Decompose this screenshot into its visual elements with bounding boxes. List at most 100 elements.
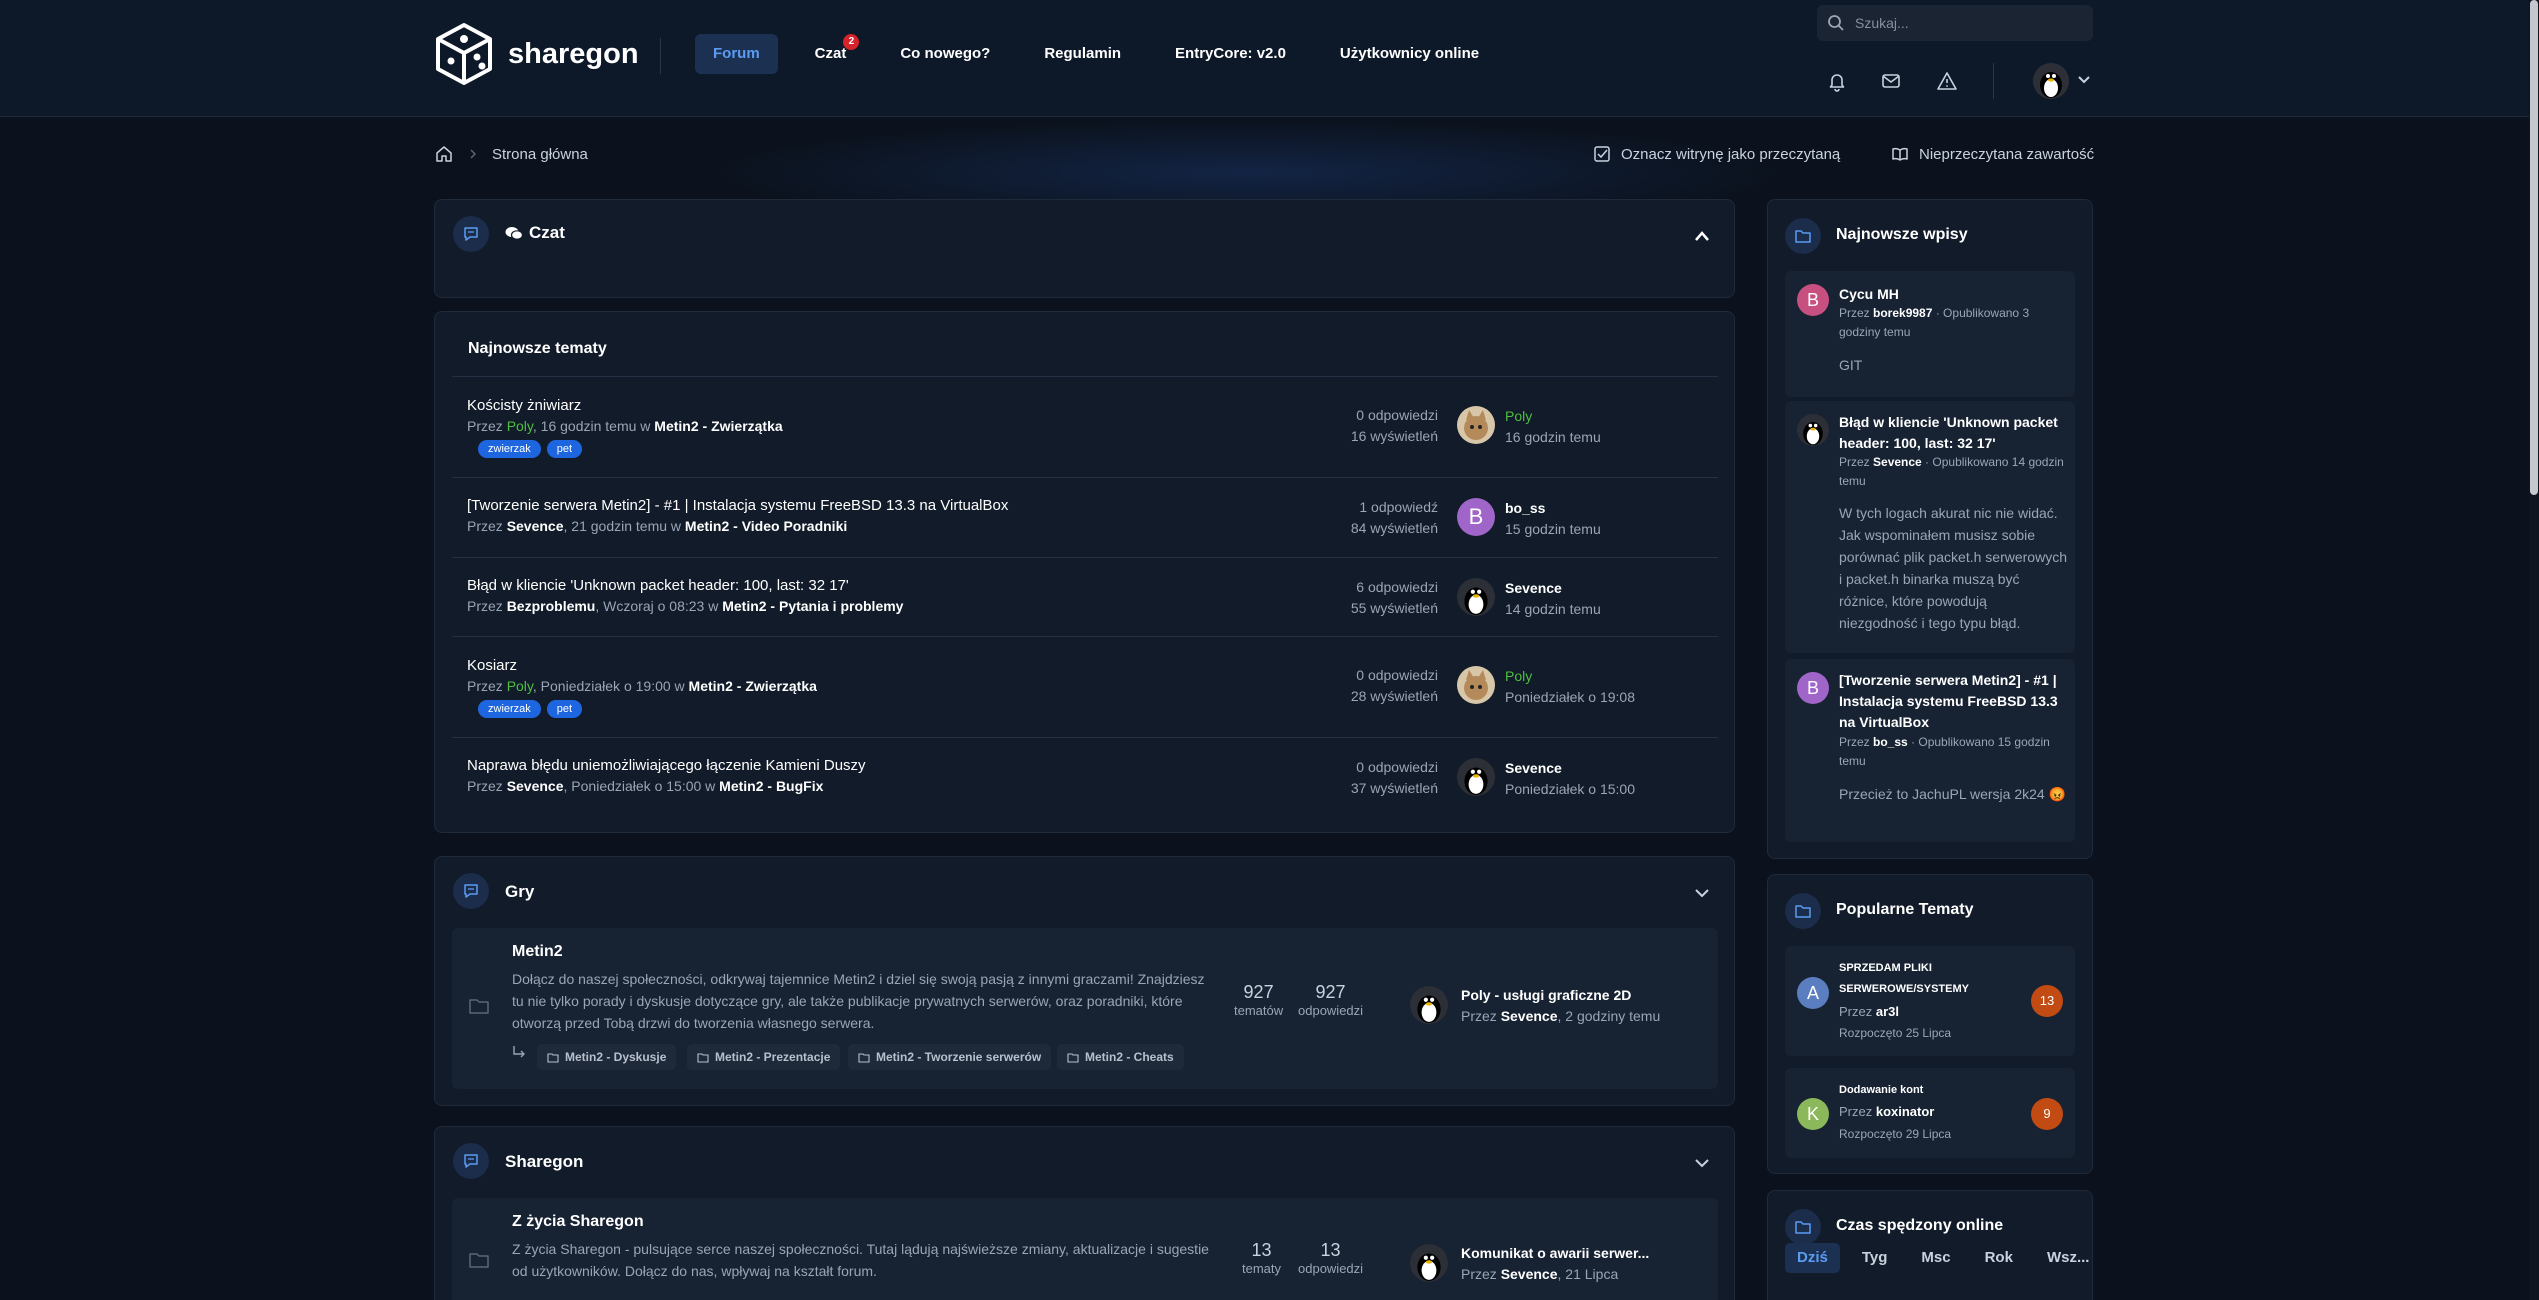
nav-rules[interactable]: Regulamin [1017, 34, 1148, 74]
forum-name[interactable]: Metin2 [512, 943, 563, 961]
topic-row[interactable]: Błąd w kliencie 'Unknown packet header: … [452, 558, 1718, 637]
popular-item[interactable]: K Dodawanie kont Przez koxinator Rozpocz… [1785, 1068, 2075, 1158]
chevron-down-icon[interactable] [2077, 73, 2091, 87]
popular-user[interactable]: ar3l [1876, 1004, 1899, 1019]
avatar[interactable] [1410, 1244, 1448, 1282]
tab-month[interactable]: Msc [1909, 1243, 1962, 1273]
tag[interactable]: pet [546, 440, 583, 458]
post-item[interactable]: Błąd w kliencie 'Unknown packet header: … [1785, 401, 2075, 653]
chevron-down-icon[interactable] [1694, 887, 1710, 899]
breadcrumb-current[interactable]: Strona główna [492, 146, 588, 163]
avatar[interactable] [1457, 578, 1495, 616]
topic-forum[interactable]: Metin2 - BugFix [719, 778, 823, 794]
topic-title[interactable]: Naprawa błędu uniemożliwiającego łączeni… [467, 757, 866, 774]
nav-forum[interactable]: Forum [695, 34, 778, 74]
nav-entrycore[interactable]: EntryCore: v2.0 [1148, 34, 1313, 74]
post-title[interactable]: Cycu MH [1839, 284, 2069, 305]
last-thread-title[interactable]: Komunikat o awarii serwer... [1461, 1245, 1649, 1261]
topic-author[interactable]: Poly [507, 418, 533, 434]
logo[interactable]: sharegon [434, 22, 639, 86]
post-user[interactable]: bo_ss [1873, 735, 1908, 749]
topic-author[interactable]: Bezproblemu [507, 598, 596, 614]
topic-row[interactable]: Kosiarz Przez Poly, Poniedziałek o 19:00… [452, 637, 1718, 738]
popular-title[interactable]: Dodawanie kont [1839, 1080, 2069, 1101]
subforum-link[interactable]: Metin2 - Prezentacje [687, 1044, 841, 1070]
avatar[interactable] [1457, 666, 1495, 704]
topic-author[interactable]: Sevence [507, 518, 564, 534]
folder-icon [1795, 905, 1811, 918]
popular-item[interactable]: A SPRZEDAM PLIKI SERWEROWE/SYSTEMY Przez… [1785, 946, 2075, 1056]
tag[interactable]: zwierzak [478, 700, 541, 718]
subforum-link[interactable]: Metin2 - Tworzenie serwerów [848, 1044, 1052, 1070]
subforum-link[interactable]: Metin2 - Cheats [1057, 1044, 1184, 1070]
topic-title[interactable]: Kosiarz [467, 657, 517, 674]
tab-year[interactable]: Rok [1973, 1243, 2025, 1273]
popular-user[interactable]: koxinator [1876, 1104, 1935, 1119]
last-thread-title[interactable]: Poly - usługi graficzne 2D [1461, 987, 1631, 1003]
gry-title[interactable]: Gry [505, 882, 534, 902]
chevron-down-icon[interactable] [1694, 1157, 1710, 1169]
tab-week[interactable]: Tyg [1850, 1243, 1900, 1273]
avatar[interactable]: A [1797, 977, 1829, 1009]
avatar[interactable] [1457, 406, 1495, 444]
post-title[interactable]: [Tworzenie serwera Metin2] - #1 | Instal… [1839, 670, 2069, 733]
chevron-up-icon[interactable] [1694, 230, 1710, 242]
topic-title[interactable]: [Tworzenie serwera Metin2] - #1 | Instal… [467, 497, 1008, 514]
forum-name[interactable]: Z życia Sharegon [512, 1213, 644, 1231]
topic-author[interactable]: Sevence [507, 778, 564, 794]
topic-forum[interactable]: Metin2 - Pytania i problemy [722, 598, 903, 614]
tab-today[interactable]: Dziś [1785, 1243, 1840, 1273]
user-avatar[interactable] [2033, 63, 2069, 99]
last-user[interactable]: Poly [1505, 406, 1601, 427]
forum-row-z-zycia[interactable]: Z życia Sharegon Z życia Sharegon - puls… [452, 1198, 1718, 1300]
subforum-link[interactable]: Metin2 - Dyskusje [537, 1044, 677, 1070]
sharegon-title[interactable]: Sharegon [505, 1152, 583, 1172]
topic-forum[interactable]: Metin2 - Video Poradniki [685, 518, 847, 534]
last-user[interactable]: Sevence [1505, 760, 1562, 776]
avatar[interactable]: B [1457, 498, 1495, 536]
nav-whats-new[interactable]: Co nowego? [873, 34, 1017, 74]
avatar[interactable] [1410, 986, 1448, 1024]
topic-row[interactable]: Naprawa błędu uniemożliwiającego łączeni… [452, 738, 1718, 818]
avatar[interactable]: B [1797, 672, 1829, 704]
topic-row[interactable]: [Tworzenie serwera Metin2] - #1 | Instal… [452, 478, 1718, 558]
avatar[interactable]: B [1797, 284, 1829, 316]
tag[interactable]: zwierzak [478, 440, 541, 458]
last-user[interactable]: Sevence [1501, 1266, 1558, 1282]
post-title[interactable]: Błąd w kliencie 'Unknown packet header: … [1839, 412, 2069, 454]
scrollbar-thumb[interactable] [2530, 0, 2538, 495]
avatar[interactable] [1457, 758, 1495, 796]
mail-icon[interactable] [1880, 70, 1902, 92]
alert-icon[interactable] [1936, 70, 1958, 92]
tag[interactable]: pet [546, 700, 583, 718]
tab-all[interactable]: Wsz... [2035, 1243, 2102, 1273]
post-user[interactable]: Sevence [1873, 455, 1922, 469]
topic-forum[interactable]: Metin2 - Zwierzątka [654, 418, 782, 434]
unread-content-button[interactable]: Nieprzeczytana zawartość [1891, 145, 2094, 163]
topic-row[interactable]: Kościsty żniwiarz Przez Poly, 16 godzin … [452, 377, 1718, 478]
search-input[interactable] [1855, 15, 2075, 31]
scrollbar[interactable] [2529, 0, 2539, 1300]
last-user[interactable]: Sevence [1505, 580, 1562, 596]
avatar[interactable] [1797, 414, 1829, 446]
home-icon[interactable] [434, 144, 454, 164]
nav-czat[interactable]: Czat 2 [788, 34, 874, 74]
nav-users-online[interactable]: Użytkownicy online [1313, 34, 1506, 74]
post-user[interactable]: borek9987 [1873, 306, 1932, 320]
bell-icon[interactable] [1826, 70, 1848, 92]
topic-forum[interactable]: Metin2 - Zwierzątka [689, 678, 817, 694]
post-item[interactable]: B [Tworzenie serwera Metin2] - #1 | Inst… [1785, 659, 2075, 842]
mark-read-button[interactable]: Oznacz witrynę jako przeczytaną [1593, 145, 1840, 163]
last-user[interactable]: Sevence [1501, 1008, 1558, 1024]
topic-title[interactable]: Błąd w kliencie 'Unknown packet header: … [467, 577, 849, 594]
forum-row-metin2[interactable]: Metin2 Dołącz do naszej społeczności, od… [452, 928, 1718, 1089]
last-user[interactable]: Poly [1505, 666, 1635, 687]
last-user[interactable]: bo_ss [1505, 500, 1545, 516]
topic-title[interactable]: Kościsty żniwiarz [467, 397, 581, 414]
search-box[interactable] [1817, 5, 2093, 41]
post-item[interactable]: B Cycu MH Przez borek9987 · Opublikowano… [1785, 271, 2075, 397]
avatar[interactable]: K [1797, 1098, 1829, 1130]
topic-author[interactable]: Poly [507, 678, 533, 694]
chat-title[interactable]: Czat [505, 223, 565, 243]
popular-title[interactable]: SPRZEDAM PLIKI SERWEROWE/SYSTEMY [1839, 958, 2019, 1000]
